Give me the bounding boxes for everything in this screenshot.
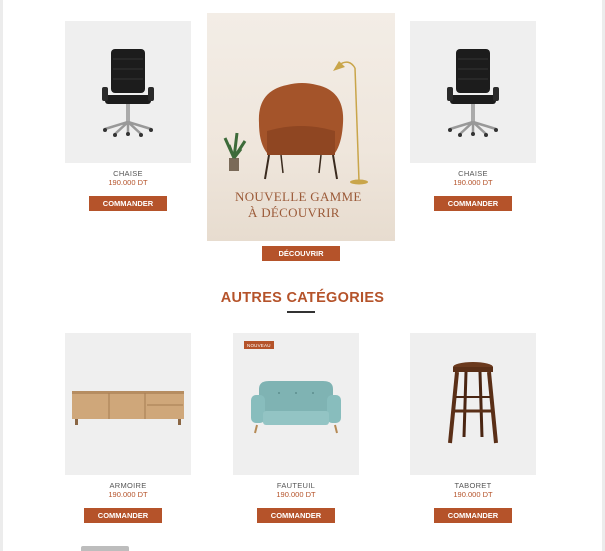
product-name: ARMOIRE: [109, 481, 147, 490]
product-image-sofa[interactable]: NOUVEAU: [233, 333, 359, 475]
product-price: 190.000 DT: [108, 490, 148, 499]
order-button[interactable]: COMMANDER: [89, 196, 167, 211]
order-button[interactable]: COMMANDER: [434, 196, 512, 211]
product-price: 190.000 DT: [108, 178, 148, 187]
next-card-edge: [81, 546, 129, 551]
new-badge: NOUVEAU: [244, 341, 274, 349]
order-button[interactable]: COMMANDER: [257, 508, 335, 523]
sideboard-icon: [72, 391, 184, 425]
promo-banner[interactable]: NOUVELLE GAMME À DÉCOUVRIR: [207, 13, 395, 241]
product-name: FAUTEUIL: [276, 481, 316, 490]
promo-line-2: À DÉCOUVRIR: [248, 205, 340, 220]
product-image-sideboard[interactable]: [65, 333, 191, 475]
section-title: AUTRES CATÉGORIES: [220, 290, 385, 306]
product-image-chair-left[interactable]: [65, 21, 191, 163]
promo-headline: NOUVELLE GAMME À DÉCOUVRIR: [235, 189, 362, 221]
product-price: 190.000 DT: [276, 490, 316, 499]
order-button[interactable]: COMMANDER: [84, 508, 162, 523]
office-chair-icon: [447, 49, 499, 137]
product-image-chair-right[interactable]: [410, 21, 536, 163]
order-button[interactable]: COMMANDER: [434, 508, 512, 523]
product-price: 190.000 DT: [453, 178, 493, 187]
discover-button[interactable]: DÉCOUVRIR: [262, 246, 340, 261]
page: CHAISE 190.000 DT COMMANDER NOUVELLE GAM…: [3, 0, 602, 551]
stool-icon: [448, 362, 498, 444]
product-name: TABORET: [454, 481, 492, 490]
office-chair-icon: [102, 49, 154, 137]
promo-line-1: NOUVELLE GAMME: [235, 189, 362, 204]
product-name: CHAISE: [113, 169, 143, 178]
product-price: 190.000 DT: [453, 490, 493, 499]
product-image-stool[interactable]: [410, 333, 536, 475]
section-divider: [287, 311, 315, 313]
product-name: CHAISE: [458, 169, 488, 178]
sofa-icon: [251, 381, 341, 434]
